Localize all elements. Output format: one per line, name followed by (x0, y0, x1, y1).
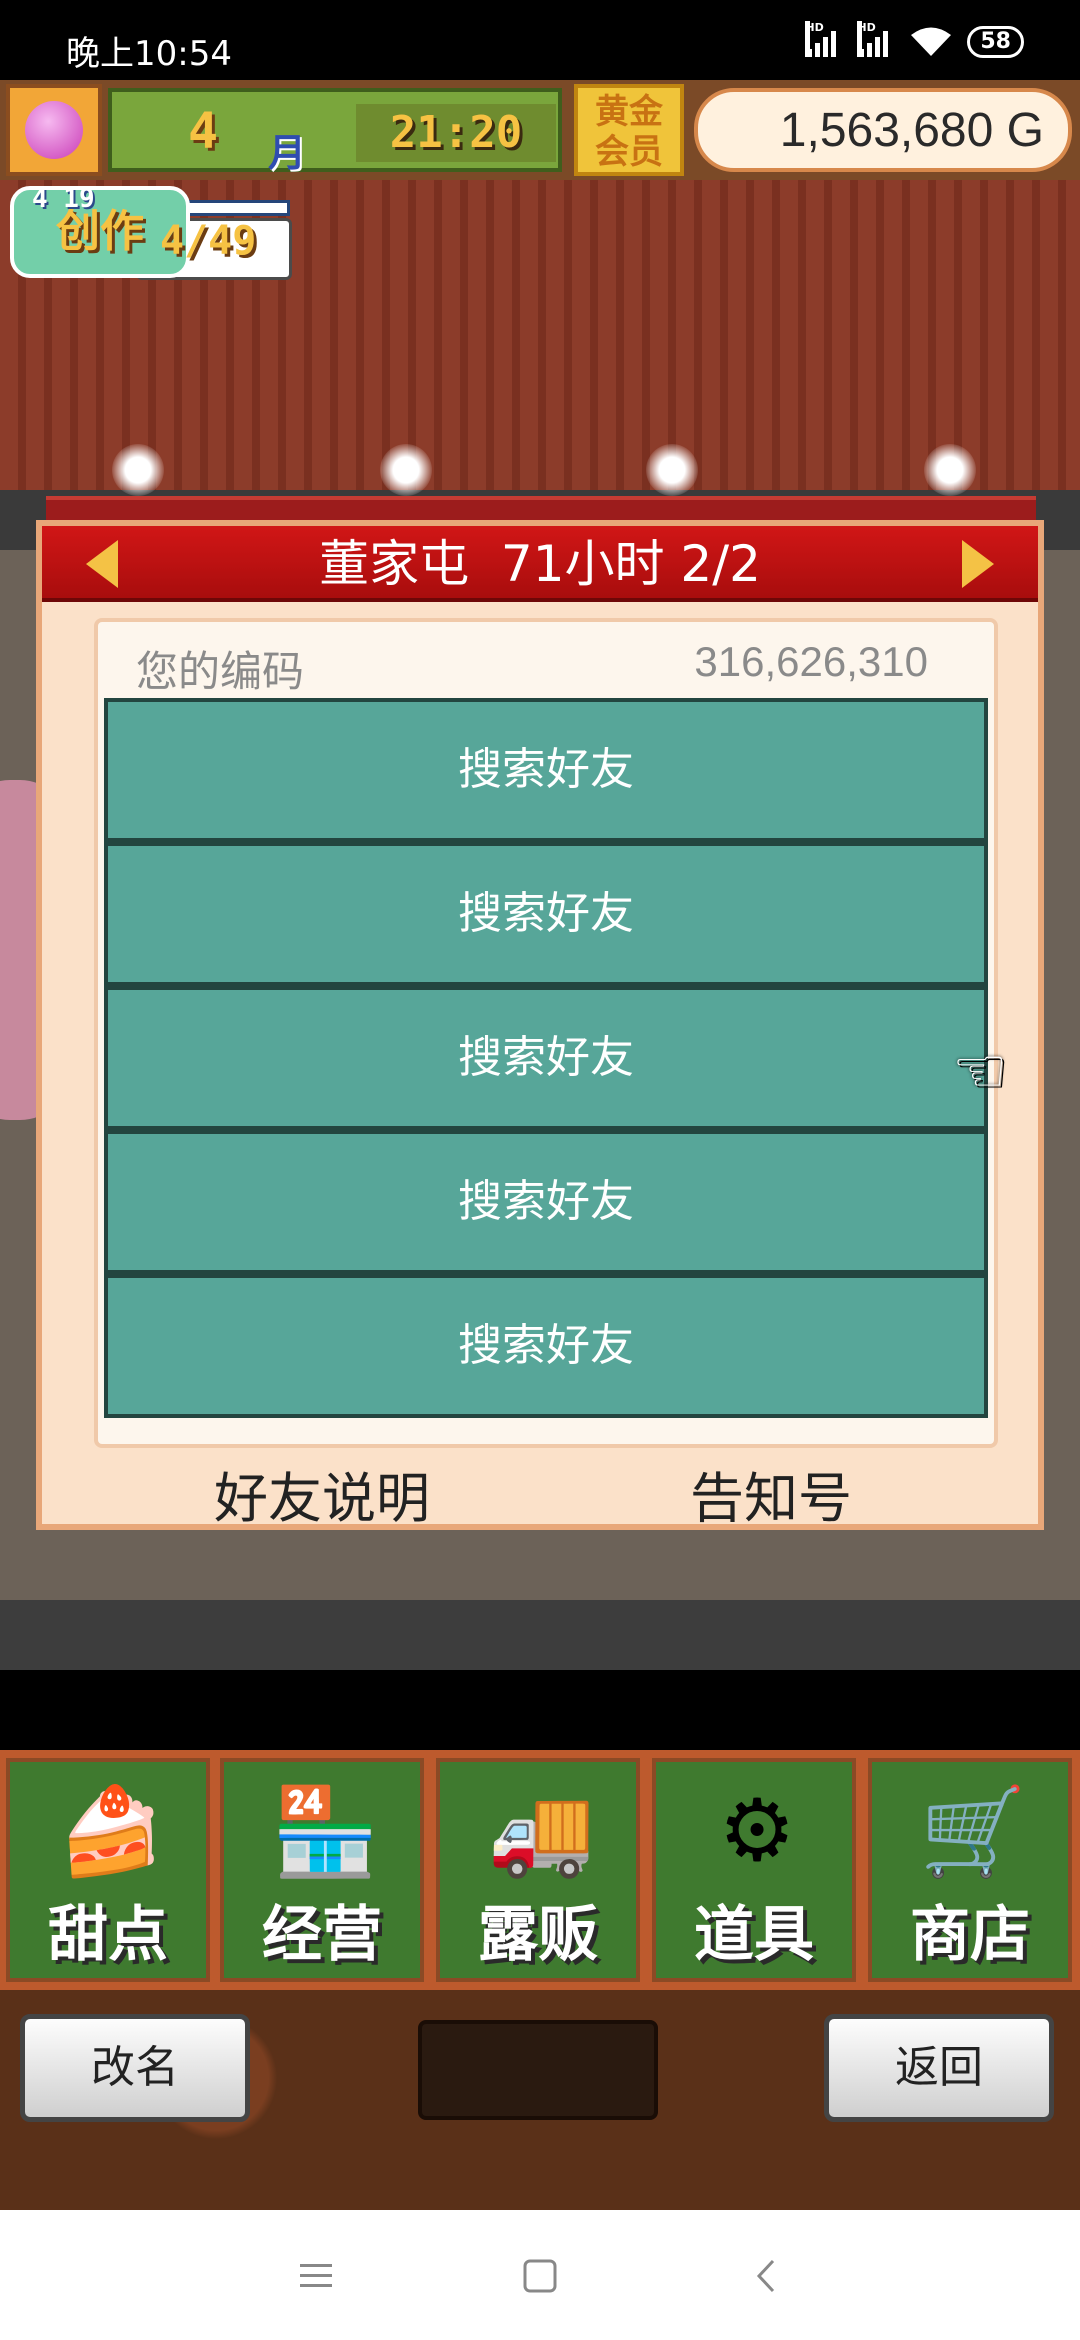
signal-icon: HD (805, 21, 843, 57)
menu-item-manage[interactable]: 🏪 经营 (220, 1758, 424, 1982)
friend-list: 搜索好友 搜索好友 搜索好友 搜索好友 搜索好友 (104, 698, 988, 1418)
menu-item-dessert[interactable]: 🍰 甜点 (6, 1758, 210, 1982)
lamp-icon (924, 444, 976, 496)
pointing-hand-icon: ☜ (952, 1034, 1008, 1107)
system-nav-bar (0, 2210, 1080, 2340)
menu-label: 露贩 (478, 1900, 598, 1970)
date-panel: 4 月 21:20 (108, 88, 562, 175)
cake-icon: 🍰 (57, 1781, 165, 1882)
rename-button[interactable]: 改名 (20, 2014, 250, 2122)
search-friend-button[interactable]: 搜索好友 (104, 842, 988, 986)
menu-label: 甜点 (48, 1900, 168, 1970)
game-clock: 21:20 (356, 104, 556, 162)
search-friend-button[interactable]: 搜索好友 (104, 1274, 988, 1418)
next-page-arrow-icon[interactable] (962, 540, 994, 588)
modal-header: 董家屯 71小时 2/2 (42, 526, 1038, 602)
friend-help-button[interactable]: 好友说明 (214, 1454, 430, 1533)
menu-label: 道具 (694, 1900, 814, 1970)
lamp-icon (380, 444, 432, 496)
center-slot (418, 2020, 658, 2120)
month-label: 月 (268, 131, 307, 175)
hud-bar: 4 月 21:20 黄金 会员 1,563,680 G (0, 80, 1080, 180)
friends-modal: 董家屯 71小时 2/2 您的编码 316,626,310 搜索好友 搜索好友 … (36, 520, 1044, 1530)
menu-item-items[interactable]: ⚙ 道具 (652, 1758, 856, 1982)
cart-icon: 🛒 (919, 1781, 1027, 1882)
status-icons: HD HD 58 (805, 21, 1024, 58)
scene-gap (0, 1670, 1080, 1750)
back-icon[interactable] (736, 2246, 796, 2306)
modal-title: 董家屯 71小时 2/2 (319, 535, 761, 593)
code-label: 您的编码 (136, 647, 305, 696)
lamp-icon (646, 444, 698, 496)
action-bar: 改名 返回 (0, 1990, 1080, 2210)
battery-indicator: 58 (967, 26, 1024, 58)
back-button[interactable]: 返回 (824, 2014, 1054, 2122)
search-friend-button[interactable]: 搜索好友 (104, 1130, 988, 1274)
creation-count: 4/49 (160, 218, 257, 264)
menu-label: 经营 (262, 1900, 382, 1970)
main-menu: 🍰 甜点 🏪 经营 🚚 露贩 ⚙ 道具 🛒 商店 (0, 1750, 1080, 1990)
menu-icon[interactable] (286, 2246, 346, 2306)
tree-icon (25, 101, 83, 159)
gold-member-badge[interactable]: 黄金 会员 (574, 84, 684, 176)
creation-date: 4 19 (32, 184, 95, 214)
prev-page-arrow-icon[interactable] (86, 540, 118, 588)
money-display: 1,563,680 G (694, 88, 1072, 172)
search-friend-button[interactable]: 搜索好友 (104, 986, 988, 1130)
lamp-icon (112, 444, 164, 496)
wifi-icon (911, 27, 952, 56)
menu-item-store[interactable]: 🛒 商店 (868, 1758, 1072, 1982)
search-friend-button[interactable]: 搜索好友 (104, 698, 988, 842)
menu-label: 商店 (910, 1900, 1030, 1970)
gear-bag-icon: ⚙ (718, 1781, 796, 1881)
signal-icon-2: HD (857, 21, 895, 57)
avatar[interactable] (6, 84, 102, 176)
status-bar: 晚上10:54 HD HD 58 (0, 0, 1080, 80)
code-value: 316,626,310 (694, 638, 928, 685)
month-number: 4 (188, 102, 219, 160)
status-time: 晚上10:54 (66, 34, 232, 74)
home-icon[interactable] (510, 2246, 570, 2306)
shop-icon: 🏪 (271, 1781, 379, 1882)
food-truck-icon: 🚚 (487, 1781, 595, 1882)
notice-number-button[interactable]: 告知号 (690, 1454, 852, 1533)
menu-item-stall[interactable]: 🚚 露贩 (436, 1758, 640, 1982)
